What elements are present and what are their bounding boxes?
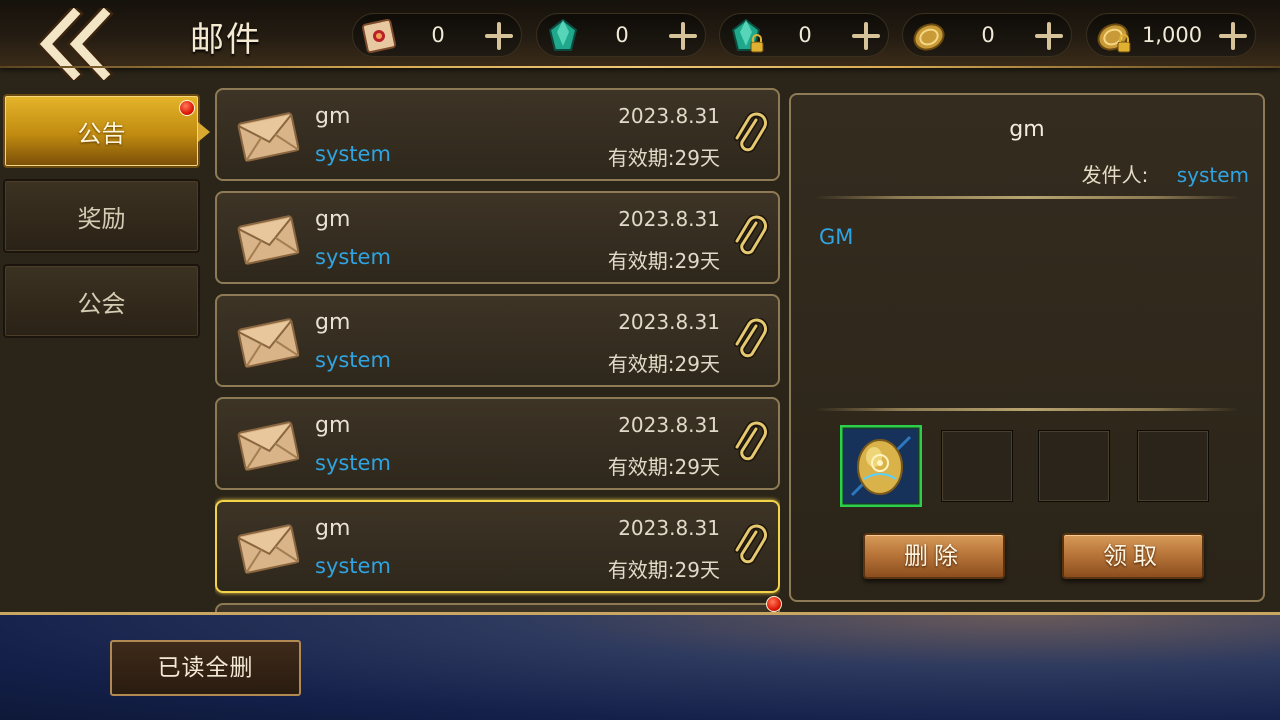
mail-sender: system xyxy=(315,348,391,372)
locked-coin-icon xyxy=(1097,23,1131,53)
divider-top xyxy=(815,196,1239,199)
mail-title: gm xyxy=(315,516,351,541)
mail-date: 2023.8.31 xyxy=(618,207,720,231)
sender-label: 发件人: xyxy=(1081,163,1149,187)
mail-body: GM xyxy=(819,225,854,249)
mail-item-selected[interactable]: gm system 2023.8.31 有效期:29天 xyxy=(215,500,780,593)
attachment-clip-icon xyxy=(734,421,769,462)
currency-locked-coin: 1,000 xyxy=(1086,13,1256,57)
page-title: 邮件 xyxy=(190,20,262,60)
mail-sender: system xyxy=(315,142,391,166)
locked-gem-icon xyxy=(731,18,764,53)
currency-value: 0 xyxy=(798,23,812,47)
reward-item-slot[interactable] xyxy=(839,424,923,508)
mail-sender: system xyxy=(315,451,391,475)
active-tab-pointer xyxy=(198,122,210,142)
currency-value: 0 xyxy=(981,23,995,47)
sender-row: 发件人: system xyxy=(1082,159,1249,188)
mail-sender: system xyxy=(315,554,391,578)
envelope-icon xyxy=(237,318,300,368)
back-button[interactable] xyxy=(28,8,124,80)
add-scroll-button[interactable] xyxy=(485,22,513,50)
envelope-icon xyxy=(237,215,300,265)
mail-expire: 有效期:29天 xyxy=(607,455,720,479)
currency-scroll: 0 xyxy=(352,13,522,57)
attachment-clip-icon xyxy=(734,318,769,359)
currency-value: 0 xyxy=(431,23,445,47)
gem-icon xyxy=(548,18,578,51)
double-chevron-left-icon xyxy=(36,8,114,80)
coin-icon xyxy=(913,23,945,51)
mail-detail-panel: gm 发件人: system GM 删除 领取 xyxy=(789,93,1265,602)
mail-date: 2023.8.31 xyxy=(618,104,720,128)
attachment-clip-icon xyxy=(734,112,769,153)
tab-reward[interactable]: 奖励 xyxy=(3,179,200,253)
envelope-icon xyxy=(237,421,300,471)
add-gem-button[interactable] xyxy=(669,22,697,50)
delete-button[interactable]: 删除 xyxy=(863,533,1005,579)
attachment-clip-icon xyxy=(734,215,769,256)
claim-button[interactable]: 领取 xyxy=(1062,533,1204,579)
reward-slot-empty[interactable] xyxy=(1137,430,1209,502)
tab-label: 公会 xyxy=(77,289,126,318)
scroll-icon xyxy=(361,18,397,54)
mail-list[interactable]: gm system 2023.8.31 有效期:29天 gm system 20… xyxy=(215,88,780,613)
mail-date: 2023.8.31 xyxy=(618,310,720,334)
reward-slot-empty[interactable] xyxy=(941,430,1013,502)
add-locked-gem-button[interactable] xyxy=(852,22,880,50)
add-locked-coin-button[interactable] xyxy=(1219,22,1247,50)
mail-title: gm xyxy=(315,207,351,232)
delete-all-read-button[interactable]: 已读全删 xyxy=(110,640,301,696)
reward-slot-empty[interactable] xyxy=(1038,430,1110,502)
mail-item[interactable]: gm system 2023.8.31 有效期:29天 xyxy=(215,294,780,387)
golden-egg-icon xyxy=(839,424,923,508)
currency-coin: 0 xyxy=(902,13,1072,57)
sender-name: system xyxy=(1176,163,1249,187)
mail-expire: 有效期:29天 xyxy=(607,352,720,376)
divider-bottom xyxy=(815,408,1239,411)
mail-expire: 有效期:29天 xyxy=(607,146,720,170)
tab-label: 公告 xyxy=(77,119,126,148)
currency-value: 0 xyxy=(615,23,629,47)
envelope-icon xyxy=(237,112,300,162)
mail-item[interactable]: gm system 2023.8.31 有效期:29天 xyxy=(215,88,780,181)
mail-expire: 有效期:29天 xyxy=(607,249,720,273)
tab-label: 奖励 xyxy=(77,204,126,233)
mail-date: 2023.8.31 xyxy=(618,516,720,540)
tab-announcement[interactable]: 公告 xyxy=(3,94,200,168)
currency-gem: 0 xyxy=(536,13,706,57)
mail-title: gm xyxy=(315,104,351,129)
tab-guild[interactable]: 公会 xyxy=(3,264,200,338)
envelope-icon xyxy=(237,524,300,574)
mail-item[interactable]: gm system 2023.8.31 有效期:29天 xyxy=(215,191,780,284)
attachment-clip-icon xyxy=(734,524,769,565)
mail-expire: 有效期:29天 xyxy=(607,558,720,582)
detail-title: gm xyxy=(1009,117,1045,142)
mail-title: gm xyxy=(315,310,351,335)
mail-title: gm xyxy=(315,413,351,438)
currency-locked-gem: 0 xyxy=(719,13,889,57)
notification-badge xyxy=(179,100,195,116)
currency-value: 1,000 xyxy=(1141,23,1203,47)
scroll-more-badge xyxy=(766,596,782,612)
mail-sender: system xyxy=(315,245,391,269)
mail-date: 2023.8.31 xyxy=(618,413,720,437)
top-bar: 邮件 0 0 0 0 1,000 xyxy=(0,0,1280,80)
add-coin-button[interactable] xyxy=(1035,22,1063,50)
mail-item[interactable]: gm system 2023.8.31 有效期:29天 xyxy=(215,397,780,490)
